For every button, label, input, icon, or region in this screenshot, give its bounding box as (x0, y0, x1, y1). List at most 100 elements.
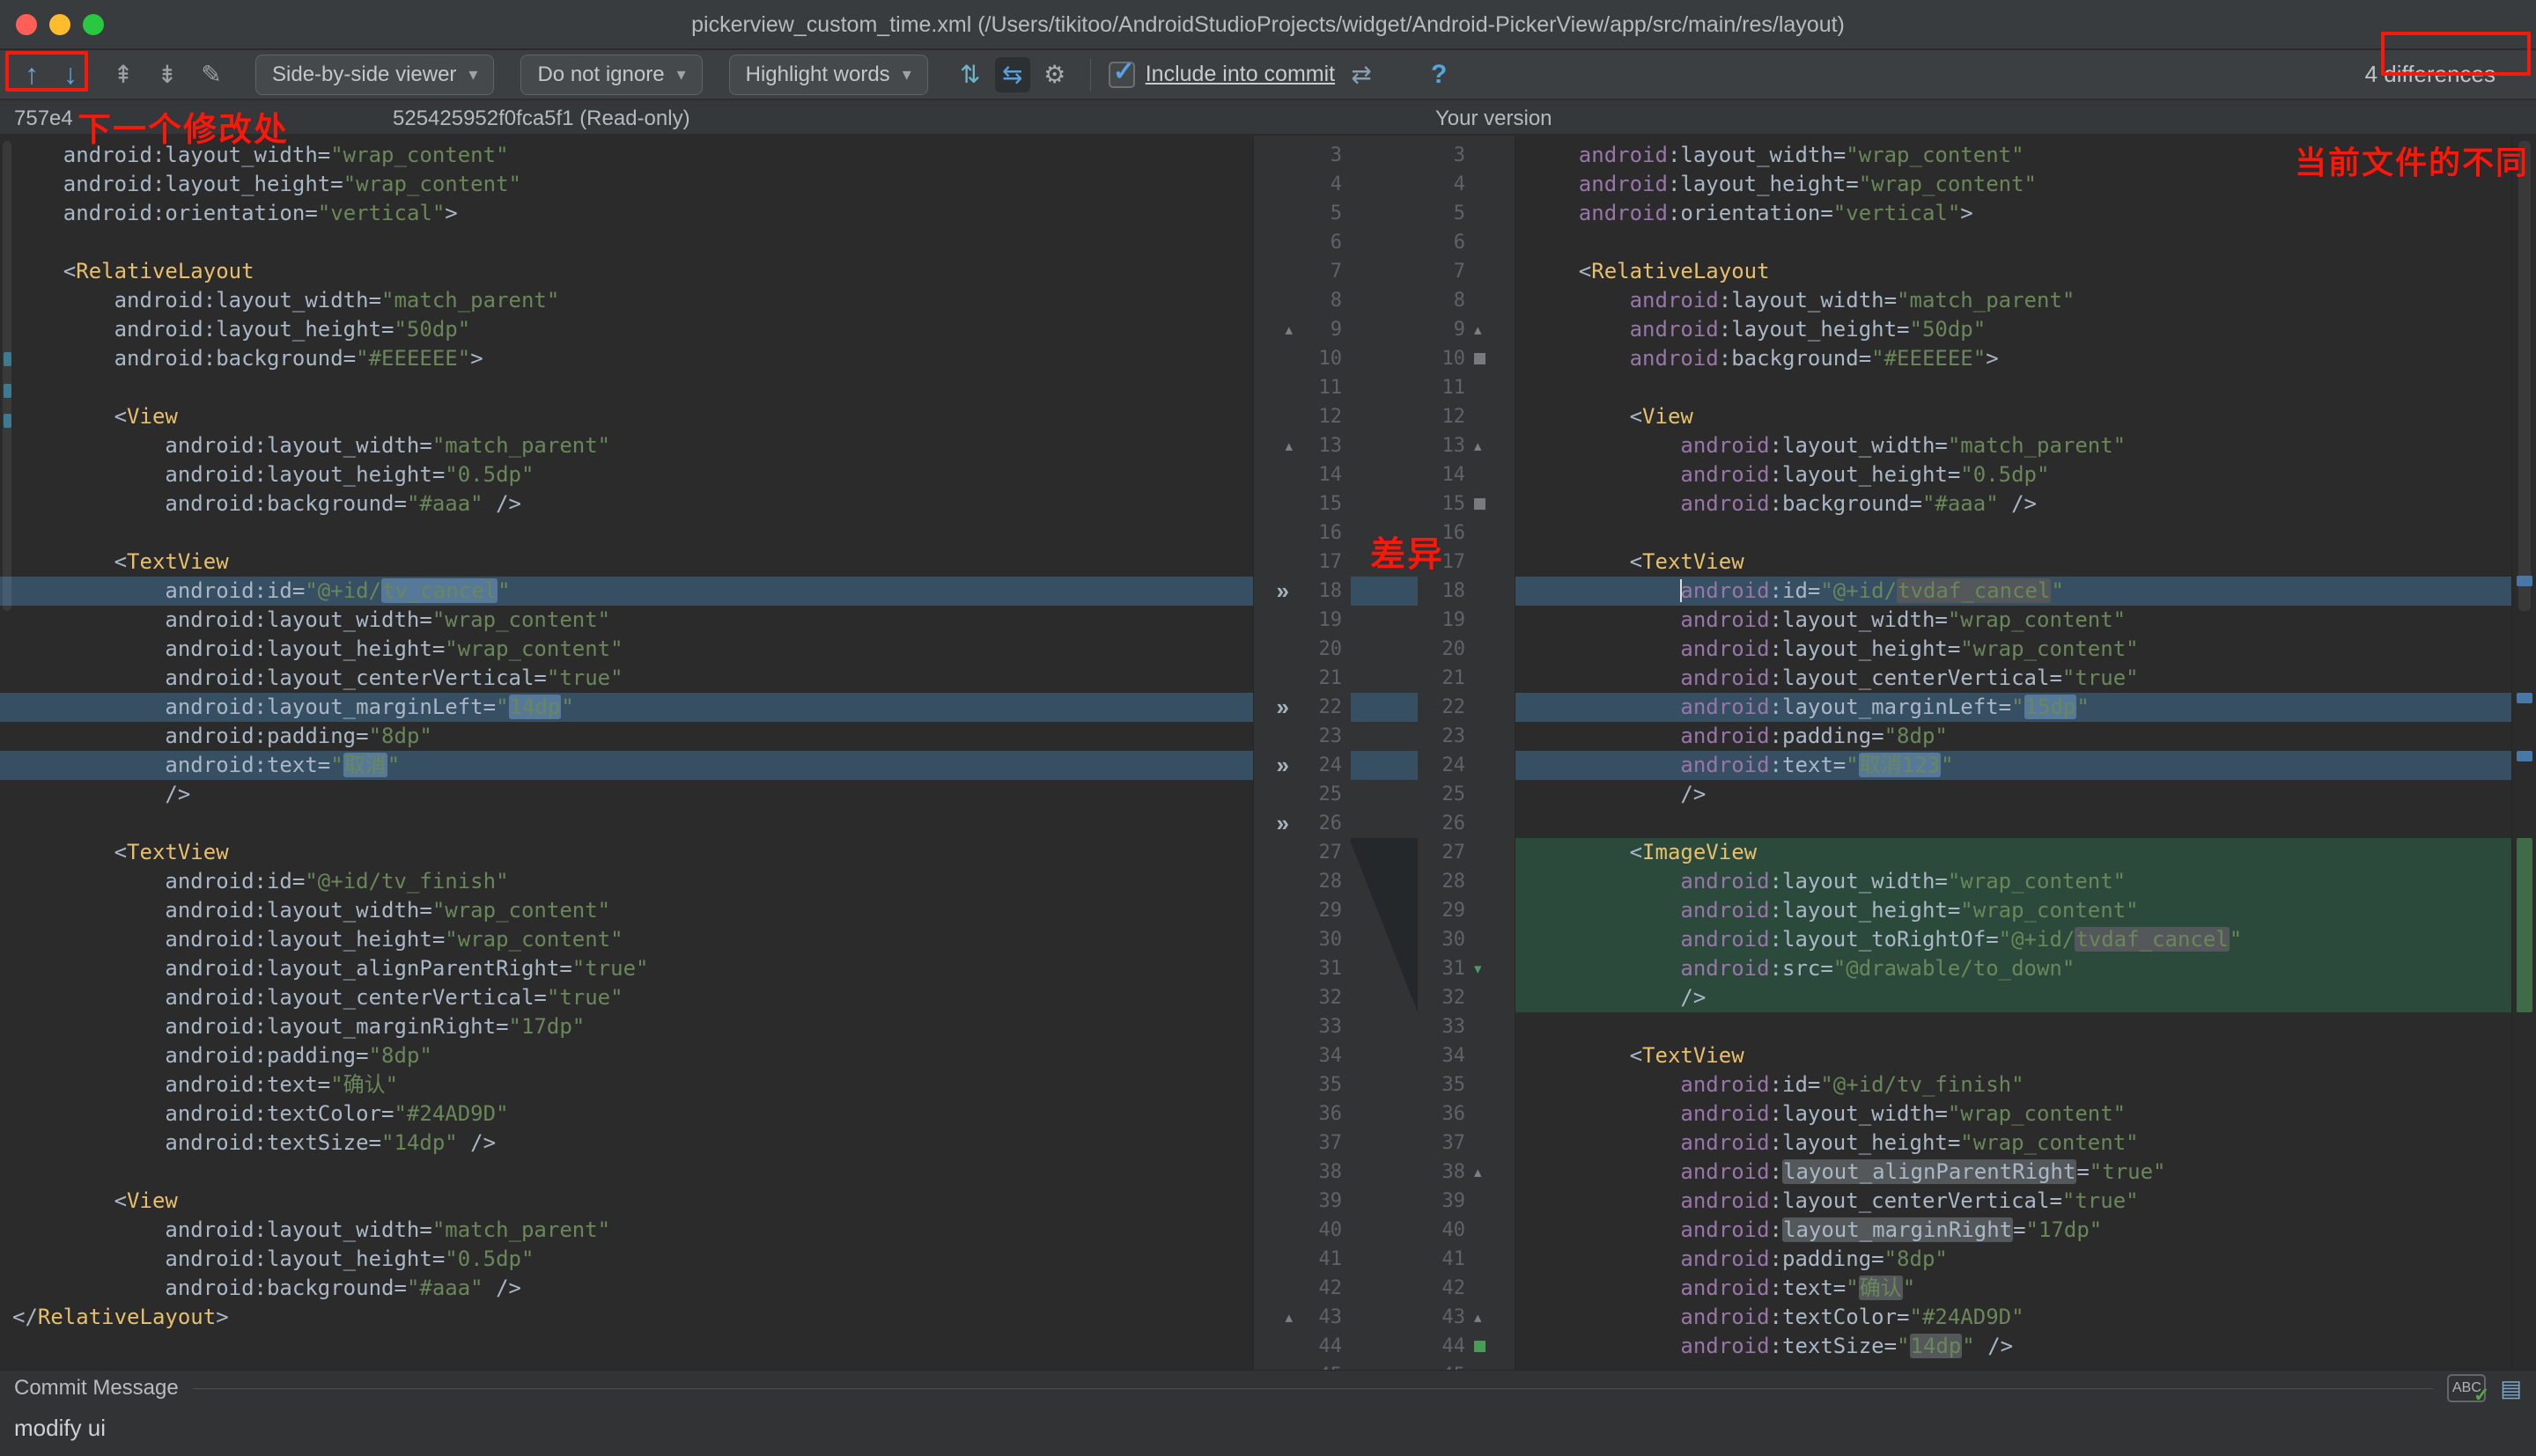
right-line-number: 14 (1418, 464, 1472, 486)
right-editor-pane[interactable]: android:layout_width="wrap_content" andr… (1515, 136, 2511, 1370)
gutter-row: 3636 (1254, 1099, 1515, 1129)
right-line-number: 22 (1418, 696, 1472, 718)
checkbox-box[interactable]: ✓ (1109, 62, 1135, 88)
fold-icon[interactable]: ▴ (1474, 1164, 1482, 1181)
fold-icon[interactable]: ▴ (1474, 321, 1482, 339)
sync-scroll-icon[interactable]: ⇆ (995, 57, 1030, 92)
gutter-row: 2929 (1254, 896, 1515, 925)
collapse-unchanged-icon[interactable]: ⇅ (953, 57, 988, 92)
commit-message-input[interactable]: modify ui (0, 1406, 2536, 1442)
code-line: android:textColor="#24AD9D" (1515, 1303, 2511, 1332)
code-line: android:layout_height="wrap_content" (1515, 896, 2511, 925)
left-line-number: 27 (1293, 842, 1351, 864)
code-line: <RelativeLayout (0, 257, 1253, 286)
expand-icon[interactable]: ▾ (1474, 960, 1482, 978)
fold-icon[interactable]: ▴ (1285, 438, 1293, 454)
text-caret (1680, 579, 1682, 602)
gutter-row: 2323 (1254, 722, 1515, 751)
left-line-number: 43 (1293, 1306, 1351, 1328)
right-line-number: 20 (1418, 638, 1472, 660)
right-line-number: 38 (1418, 1161, 1472, 1183)
diff-viewer: android:layout_width="wrap_content" andr… (0, 136, 2536, 1370)
toolbar-separator (1090, 59, 1091, 91)
code-line: android:layout_height="50dp" (1515, 315, 2511, 344)
gutter-row: 44 (1254, 170, 1515, 199)
fold-icon[interactable]: ▴ (1474, 438, 1482, 455)
include-into-commit-checkbox[interactable]: ✓ Include into commit (1109, 62, 1335, 88)
modified-stripe-mark[interactable] (2517, 751, 2532, 761)
highlight-policy-dropdown[interactable]: Highlight words ▾ (729, 55, 928, 95)
code-line: android:layout_height="0.5dp" (0, 1245, 1253, 1274)
left-line-number: 15 (1293, 493, 1351, 515)
left-line-number: 31 (1293, 958, 1351, 980)
added-stripe-mark[interactable] (2517, 838, 2532, 1012)
left-line-number: 23 (1293, 725, 1351, 747)
edit-source-icon[interactable]: ✎ (194, 57, 229, 92)
left-line-number: 41 (1293, 1248, 1351, 1270)
change-stripe-mark[interactable] (4, 352, 11, 366)
annotation-box-arrows (5, 51, 88, 92)
change-stripe-mark[interactable] (4, 414, 11, 428)
code-line (0, 1361, 1253, 1370)
fold-icon[interactable]: ▴ (1474, 1309, 1482, 1327)
gutter-row: 1515 (1254, 489, 1515, 518)
right-line-number: 8 (1418, 290, 1472, 312)
fold-icon[interactable]: ▴ (1285, 1309, 1293, 1326)
left-scrollbar[interactable] (0, 136, 14, 1370)
code-line (1515, 373, 2511, 402)
change-stripe-mark[interactable] (4, 384, 11, 398)
left-line-number: 21 (1293, 667, 1351, 689)
code-line: /> (1515, 983, 2511, 1012)
gutter-row: 88 (1254, 286, 1515, 315)
previous-changed-file-icon[interactable]: ⇞ (106, 57, 141, 92)
code-line: android:layout_width="wrap_content" (0, 606, 1253, 635)
code-line: <TextView (0, 838, 1253, 867)
code-line: android:layout_height="wrap_content" (0, 170, 1253, 199)
code-line: android:layout_marginRight="17dp" (1515, 1216, 2511, 1245)
left-line-number: 10 (1293, 348, 1351, 370)
gutter-row: 1414 (1254, 460, 1515, 489)
code-line: android:orientation="vertical"> (0, 199, 1253, 228)
modified-stripe-mark[interactable] (2517, 693, 2532, 703)
code-line: android:layout_width="match_parent" (1515, 431, 2511, 460)
code-line (0, 373, 1253, 402)
fold-icon[interactable]: ▴ (1285, 321, 1293, 338)
right-line-number: 44 (1418, 1335, 1472, 1357)
code-line: android:background="#aaa" /> (0, 489, 1253, 518)
highlight-policy-label: Highlight words (746, 63, 890, 87)
next-changed-file-icon[interactable]: ⇟ (150, 57, 185, 92)
left-line-number: 17 (1293, 551, 1351, 573)
modified-stripe-mark[interactable] (2517, 576, 2532, 586)
right-line-number: 43 (1418, 1306, 1472, 1328)
commit-history-icon[interactable]: ▤ (2500, 1375, 2522, 1402)
gutter-row: 2525 (1254, 780, 1515, 809)
move-to-changelist-icon[interactable]: ⇄ (1344, 57, 1379, 92)
diff-toolbar: ↑ ↓ ⇞ ⇟ ✎ Side-by-side viewer ▾ Do not i… (0, 50, 2536, 99)
right-line-number: 9 (1418, 319, 1472, 341)
left-editor-pane[interactable]: android:layout_width="wrap_content" andr… (0, 136, 1254, 1370)
left-line-number: 9 (1293, 319, 1351, 341)
help-icon[interactable]: ? (1421, 57, 1456, 92)
right-line-number: 40 (1418, 1219, 1472, 1241)
code-line (0, 518, 1253, 548)
right-line-number: 33 (1418, 1016, 1472, 1038)
right-line-number: 11 (1418, 377, 1472, 399)
right-scrollbar[interactable] (2511, 136, 2536, 1370)
left-line-number: 29 (1293, 900, 1351, 922)
whitespace-policy-dropdown[interactable]: Do not ignore ▾ (520, 55, 702, 95)
code-line (0, 1158, 1253, 1187)
code-line: android:layout_width="wrap_content" (1515, 1099, 2511, 1129)
code-line: <RelativeLayout (1515, 257, 2511, 286)
spellcheck-icon[interactable]: ABC ✓ (2447, 1374, 2486, 1402)
code-line (1515, 809, 2511, 838)
gutter-row: 4242 (1254, 1274, 1515, 1303)
settings-gear-icon[interactable]: ⚙ (1037, 57, 1073, 92)
viewer-mode-dropdown[interactable]: Side-by-side viewer ▾ (255, 55, 494, 95)
gutter-row: »2424 (1254, 751, 1515, 780)
left-line-number: 11 (1293, 377, 1351, 399)
left-line-number: 3 (1293, 144, 1351, 166)
right-line-number: 25 (1418, 783, 1472, 805)
gutter-row: 55 (1254, 199, 1515, 228)
gutter-row: 3939 (1254, 1187, 1515, 1216)
code-line: android:layout_height="wrap_content" (0, 635, 1253, 664)
